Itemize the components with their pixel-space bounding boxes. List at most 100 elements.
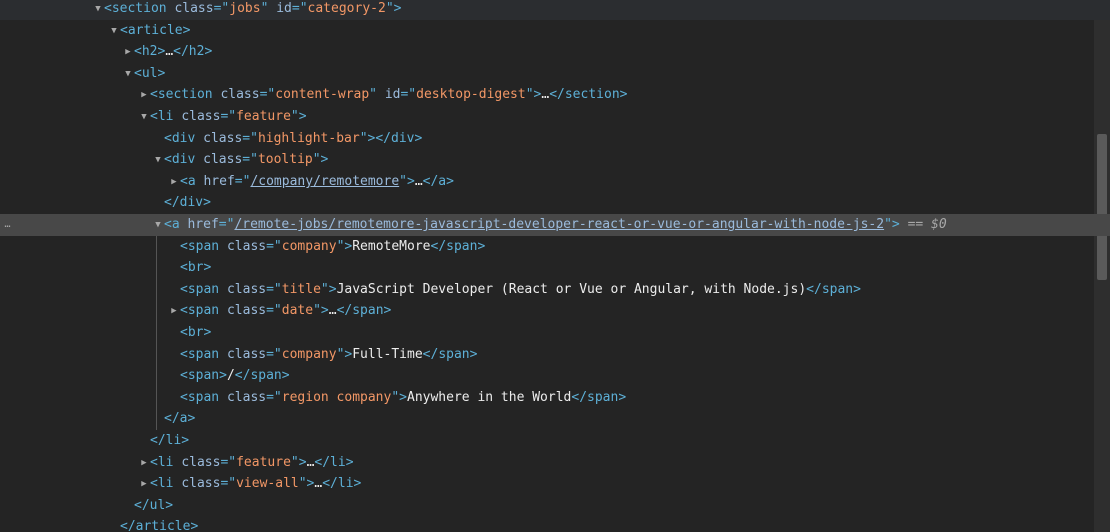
dom-node-row[interactable]: ▼ <ul> bbox=[0, 63, 165, 85]
tag-token: =" bbox=[259, 87, 276, 102]
row-menu-ellipsis-icon[interactable]: … bbox=[0, 214, 14, 236]
tag-token: =" bbox=[218, 217, 235, 232]
attribute-name: class bbox=[226, 347, 267, 362]
tag-token: "> bbox=[313, 303, 329, 318]
dom-node-row[interactable]: <span>/</span> bbox=[0, 365, 290, 387]
dom-node-row[interactable]: <div class="highlight-bar"></div> bbox=[0, 128, 422, 150]
dom-node-row[interactable]: </a> bbox=[0, 408, 195, 430]
attribute-value: category-2 bbox=[307, 1, 386, 16]
text-content bbox=[219, 282, 227, 297]
dom-node-row[interactable]: ▼ <li class="feature"> bbox=[0, 106, 307, 128]
attribute-value: content-wrap bbox=[275, 87, 370, 102]
tag-token: =" bbox=[213, 1, 230, 16]
dom-node-row[interactable]: <span class="company">RemoteMore</span> bbox=[0, 236, 485, 258]
tag-token: <article> bbox=[120, 23, 191, 38]
tag-token: </a> bbox=[164, 411, 196, 426]
tag-token: =" bbox=[242, 131, 258, 146]
tag-token: </span> bbox=[234, 368, 290, 383]
collapse-triangle-right-icon[interactable]: ▶ bbox=[168, 300, 180, 322]
expand-triangle-down-icon[interactable]: ▼ bbox=[108, 20, 120, 42]
dom-node-row[interactable]: <span class="title">JavaScript Developer… bbox=[0, 279, 861, 301]
text-content bbox=[195, 152, 203, 167]
href-link[interactable]: /remote-jobs/remotemore-javascript-devel… bbox=[234, 217, 884, 232]
tag-token: </span> bbox=[422, 347, 478, 362]
tag-token: <span bbox=[180, 347, 220, 362]
tag-token: "> bbox=[290, 109, 307, 124]
tag-token: <ul> bbox=[134, 66, 166, 81]
attribute-name: class bbox=[226, 239, 267, 254]
attribute-value: jobs bbox=[229, 1, 261, 16]
tag-token: <span bbox=[180, 282, 220, 297]
scrollbar-thumb[interactable] bbox=[1097, 134, 1107, 280]
dom-node-row[interactable]: ▶ <li class="feature">…</li> bbox=[0, 452, 354, 474]
dom-node-row-selected[interactable]: … ▼ <a href="/remote-jobs/remotemore-javas… bbox=[0, 214, 1110, 236]
text-content: … bbox=[414, 174, 423, 189]
attribute-value: company bbox=[281, 239, 337, 254]
attribute-value: title bbox=[281, 282, 321, 297]
expand-triangle-down-icon[interactable]: ▼ bbox=[122, 63, 134, 85]
dom-node-row[interactable]: ▶ <h2>…</h2> bbox=[0, 41, 212, 63]
tag-token: </article> bbox=[120, 519, 199, 532]
dom-node-row[interactable]: <br> bbox=[0, 257, 211, 279]
tag-token: <div bbox=[164, 152, 196, 167]
dom-node-row[interactable]: ▼ <div class="tooltip"> bbox=[0, 149, 328, 171]
dom-node-row[interactable]: ▶ <section class="content-wrap" id="deskt… bbox=[0, 84, 627, 106]
text-content: Anywhere in the World bbox=[407, 390, 572, 405]
expand-triangle-down-icon[interactable]: ▼ bbox=[152, 214, 164, 236]
tag-token: </div> bbox=[375, 131, 423, 146]
dom-node-row[interactable]: </ul> bbox=[0, 495, 173, 517]
dom-node-row[interactable]: <span class="region company">Anywhere in… bbox=[0, 387, 626, 409]
elements-tree-panel[interactable]: ▼ <section class="jobs" id="category-2"> ▼… bbox=[0, 0, 1110, 532]
tag-token: "> bbox=[336, 347, 353, 362]
tag-token: <a bbox=[164, 217, 180, 232]
dom-node-row[interactable]: </div> bbox=[0, 192, 211, 214]
tag-token: </a> bbox=[422, 174, 454, 189]
attribute-value: highlight-bar bbox=[257, 131, 360, 146]
tag-token: </li> bbox=[314, 455, 354, 470]
collapse-triangle-right-icon[interactable]: ▶ bbox=[138, 84, 150, 106]
href-link[interactable]: /company/remotemore bbox=[250, 174, 399, 189]
dom-node-row[interactable]: ▶ <span class="date">…</span> bbox=[0, 300, 391, 322]
attribute-name: class bbox=[220, 87, 260, 102]
collapse-triangle-right-icon[interactable]: ▶ bbox=[138, 473, 150, 495]
collapse-triangle-right-icon[interactable]: ▶ bbox=[138, 452, 150, 474]
tag-token: "> bbox=[391, 390, 407, 405]
dom-node-row[interactable]: </li> bbox=[0, 430, 189, 452]
expand-triangle-down-icon[interactable]: ▼ bbox=[92, 0, 104, 20]
tag-token: "> bbox=[359, 131, 376, 146]
tag-token: </h2> bbox=[173, 44, 213, 59]
tag-token: </ul> bbox=[134, 498, 174, 513]
collapse-triangle-right-icon[interactable]: ▶ bbox=[122, 41, 134, 63]
text-content bbox=[195, 131, 203, 146]
tag-token: </section> bbox=[549, 87, 628, 102]
attribute-value: region company bbox=[281, 390, 392, 405]
tag-token: <div bbox=[164, 131, 196, 146]
tag-token: <h2> bbox=[134, 44, 166, 59]
dom-node-row[interactable]: ▼ <section class="jobs" id="category-2"> bbox=[0, 0, 1110, 20]
text-content: … bbox=[328, 303, 337, 318]
collapse-triangle-right-icon[interactable]: ▶ bbox=[168, 171, 180, 193]
dom-node-row[interactable]: <br> bbox=[0, 322, 211, 344]
dom-node-row[interactable]: <span class="company">Full-Time</span> bbox=[0, 344, 477, 366]
tag-token: <span bbox=[180, 303, 220, 318]
dom-node-row[interactable]: ▶ <a href="/company/remotemore">…</a> bbox=[0, 171, 454, 193]
tag-token: "> bbox=[298, 476, 315, 491]
text-content bbox=[219, 239, 227, 254]
attribute-name: href bbox=[203, 174, 235, 189]
text-content bbox=[219, 390, 227, 405]
attribute-value: desktop-digest bbox=[416, 87, 526, 102]
expand-triangle-down-icon[interactable]: ▼ bbox=[152, 149, 164, 171]
text-content: JavaScript Developer (React or Vue or An… bbox=[336, 282, 807, 297]
dom-node-row[interactable]: ▼ <article> bbox=[0, 20, 190, 42]
tag-token: </span> bbox=[571, 390, 627, 405]
console-reference-badge: == $0 bbox=[907, 217, 947, 232]
dom-node-row[interactable]: ▶ <li class="view-all">…</li> bbox=[0, 473, 361, 495]
attribute-value: feature bbox=[236, 109, 291, 124]
attribute-value: tooltip bbox=[257, 152, 313, 167]
tag-token: "> bbox=[525, 87, 542, 102]
dom-node-row[interactable]: </article> bbox=[0, 516, 198, 532]
expand-triangle-down-icon[interactable]: ▼ bbox=[138, 106, 150, 128]
tag-token: <section bbox=[104, 1, 167, 16]
tag-token: =" bbox=[266, 282, 282, 297]
text-content: Full-Time bbox=[352, 347, 423, 362]
